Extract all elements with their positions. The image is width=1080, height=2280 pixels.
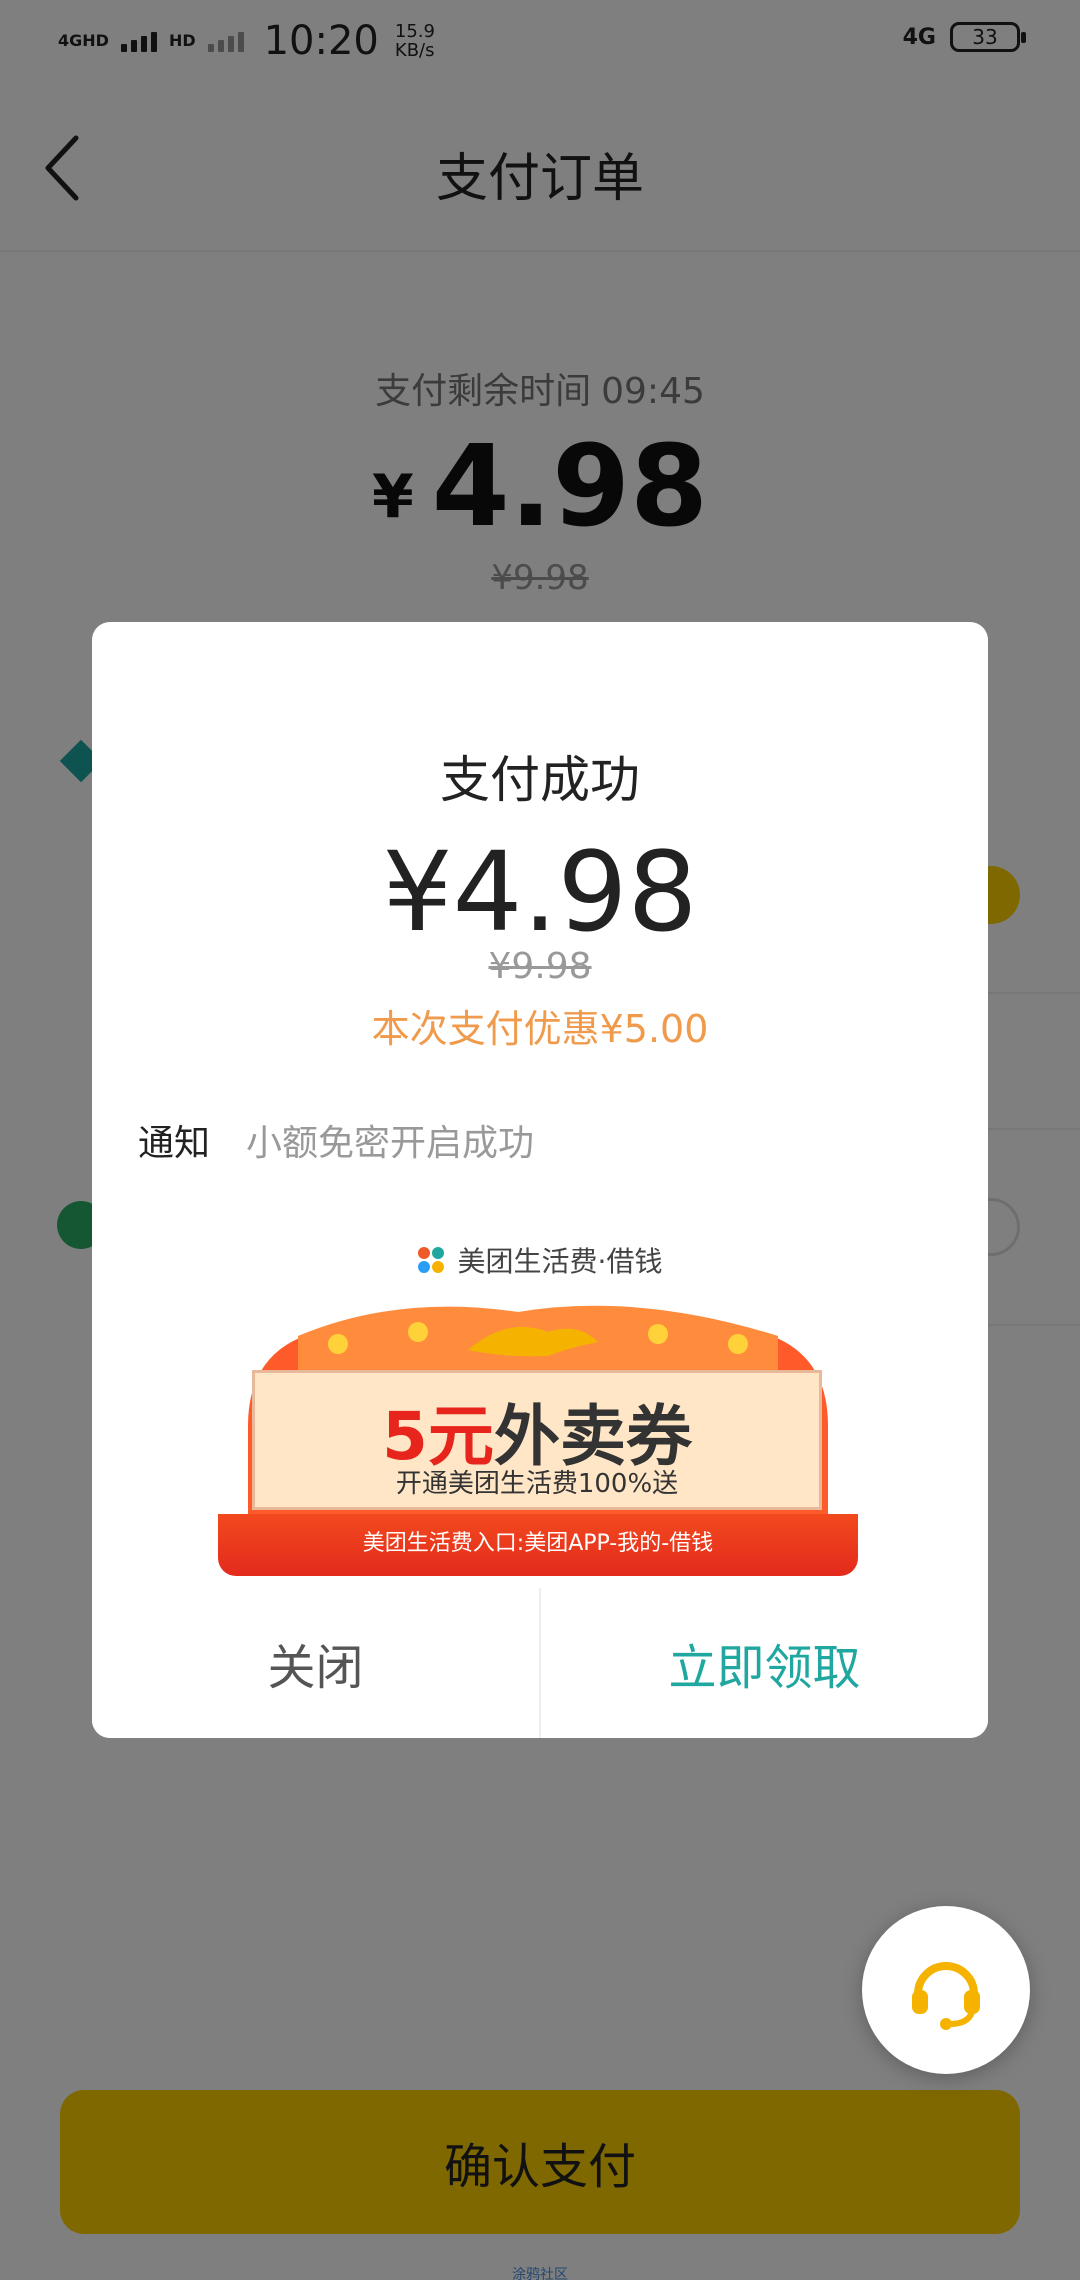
claim-now-button[interactable]: 立即领取 (541, 1588, 988, 1738)
dialog-original-price: ¥9.98 (488, 946, 592, 987)
notice-text: 小额免密开启成功 (246, 1123, 535, 1164)
coupon-subtitle: 开通美团生活费100%送 (395, 1469, 679, 1499)
dialog-title: 支付成功 (440, 751, 640, 809)
dialog-actions: 关闭 立即领取 (92, 1588, 988, 1738)
payment-success-dialog: 支付成功 ¥4.98 ¥9.98 本次支付优惠¥5.00 通知 小额免密开启成功… (92, 622, 988, 1738)
dialog-discount: 本次支付优惠¥5.00 (371, 1007, 709, 1051)
promo-banner[interactable]: 美团生活费·借钱 5元外卖券 开通美团生活费100%送 美团生活费入口:美团AP… (218, 1240, 858, 1580)
customer-service-button[interactable] (862, 1906, 1030, 2074)
notice-label: 通知 (138, 1123, 211, 1164)
dialog-amount: ¥4.98 (382, 828, 698, 956)
coupon-card: 5元外卖券 开通美团生活费100%送 (252, 1370, 822, 1510)
banner-brand-text: 美团生活费·借钱 (457, 1245, 663, 1278)
notice-row: 通知 小额免密开启成功 (138, 1114, 534, 1166)
meituan-logo-icon (417, 1247, 444, 1273)
headset-icon (912, 1962, 980, 2030)
banner-entry-strip: 美团生活费入口:美团APP-我的-借钱 (218, 1514, 858, 1576)
close-button[interactable]: 关闭 (92, 1588, 541, 1738)
banner-brand: 美团生活费·借钱 (218, 1240, 858, 1280)
